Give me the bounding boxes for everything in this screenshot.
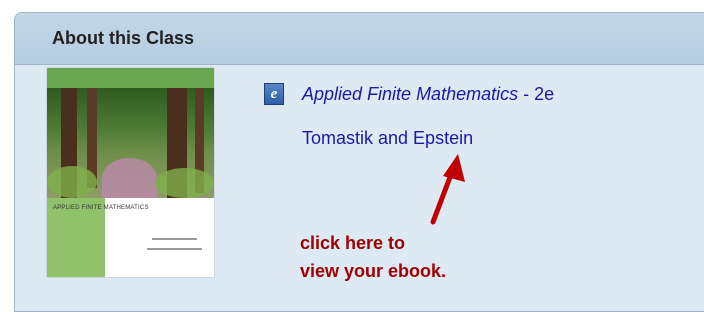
annotation-line-2: view your ebook.: [300, 261, 447, 281]
ebook-title-link[interactable]: Applied Finite Mathematics - 2e: [302, 84, 554, 105]
ebook-edition[interactable]: - 2e: [518, 84, 554, 104]
book-cover-image[interactable]: APPLIED FINITE MATHEMATICS: [47, 68, 214, 277]
panel-header: About this Class: [15, 13, 704, 65]
ebook-e-icon[interactable]: e: [264, 83, 284, 105]
cover-forest-photo: [47, 88, 214, 198]
ebook-authors-link[interactable]: Tomastik and Epstein: [302, 128, 473, 149]
cover-top-band: [47, 68, 214, 88]
cover-title-text: APPLIED FINITE MATHEMATICS: [53, 205, 149, 211]
ebook-title[interactable]: Applied Finite Mathematics: [302, 84, 518, 104]
annotation-line-1: click here to: [300, 233, 406, 253]
annotation-callout: click here to view your ebook.: [300, 229, 446, 285]
panel-title: About this Class: [52, 28, 195, 48]
cover-lower-section: APPLIED FINITE MATHEMATICS: [47, 198, 214, 277]
